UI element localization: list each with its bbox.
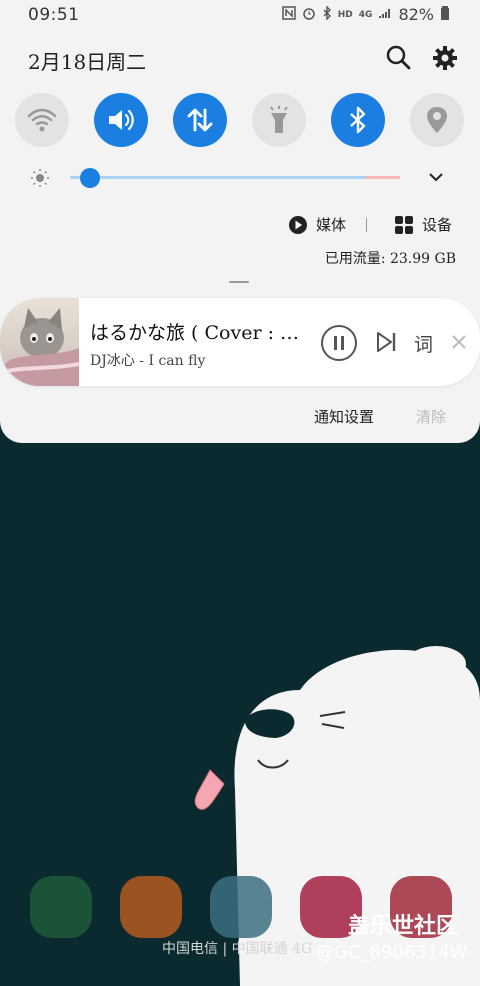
hd-icon: HD (337, 9, 353, 20)
lyrics-button[interactable]: 词 (414, 330, 433, 357)
drag-handle[interactable] (229, 281, 249, 283)
dock-phone-icon[interactable] (30, 876, 92, 938)
cat-photo-icon (0, 308, 79, 386)
dock-contacts-icon[interactable] (120, 876, 182, 938)
sound-tile[interactable] (94, 93, 148, 147)
play-circle-icon (289, 215, 307, 234)
dock-messages-icon[interactable] (210, 876, 272, 938)
song-artist: DJ冰心 - I can fly (90, 353, 206, 369)
chevron-down-icon[interactable] (428, 172, 444, 184)
divider (366, 218, 367, 232)
search-icon[interactable] (384, 43, 414, 73)
close-icon[interactable] (450, 333, 468, 351)
brightness-row (28, 162, 458, 192)
brightness-track[interactable] (70, 176, 400, 179)
album-art (0, 298, 79, 386)
bluetooth-icon (322, 5, 332, 23)
battery-percent: 82% (398, 5, 434, 24)
watermark-title: 盖乐世社区 (348, 914, 459, 939)
alarm-icon (302, 6, 316, 23)
status-icons: HD 4G 82% (282, 5, 450, 24)
wifi-tile[interactable] (15, 93, 69, 147)
notification-panel: 09:51 HD 4G 82% 2月18日周二 媒体 设备 已用流量: 23.9… (0, 0, 480, 443)
brightness-slider-handle[interactable] (80, 168, 100, 188)
nfc-icon (282, 6, 296, 23)
watermark-user: @GC_8906314W (316, 942, 468, 963)
battery-icon (440, 5, 450, 24)
signal-icon (378, 7, 392, 22)
clock: 09:51 (28, 5, 80, 25)
carrier-label: 中国电信 | 中国联通 4G (162, 941, 313, 957)
gear-icon[interactable] (430, 43, 460, 73)
4g-icon: 4G (358, 9, 373, 20)
brightness-track-limit (366, 176, 400, 179)
flashlight-tile[interactable] (252, 93, 306, 147)
wifi-icon (27, 108, 57, 132)
location-icon (427, 107, 447, 133)
clear-button[interactable]: 清除 (416, 406, 446, 427)
pause-icon (334, 336, 344, 350)
data-usage-label: 已用流量: 23.99 GB (324, 251, 456, 267)
status-bar: 09:51 HD 4G 82% (0, 0, 480, 30)
next-track-button[interactable] (374, 330, 398, 354)
date-label: 2月18日周二 (28, 50, 147, 74)
skip-next-icon (377, 332, 396, 352)
location-tile[interactable] (410, 93, 464, 147)
flashlight-icon (270, 106, 288, 133)
bluetooth-icon (350, 106, 366, 134)
devices-label: 设备 (422, 216, 453, 234)
brightness-icon (31, 169, 49, 187)
media-button[interactable]: 媒体 (288, 214, 346, 235)
song-title: はるかな旅 ( Cover : 吉... (90, 322, 312, 344)
data-arrows-icon (187, 108, 213, 132)
devices-button[interactable]: 设备 (394, 214, 452, 235)
media-label: 媒体 (316, 216, 347, 234)
pause-button[interactable] (321, 325, 357, 361)
bluetooth-tile[interactable] (331, 93, 385, 147)
mobile-data-tile[interactable] (173, 93, 227, 147)
volume-icon (109, 109, 134, 131)
devices-grid-icon (395, 215, 413, 234)
notification-settings-button[interactable]: 通知设置 (314, 406, 374, 427)
